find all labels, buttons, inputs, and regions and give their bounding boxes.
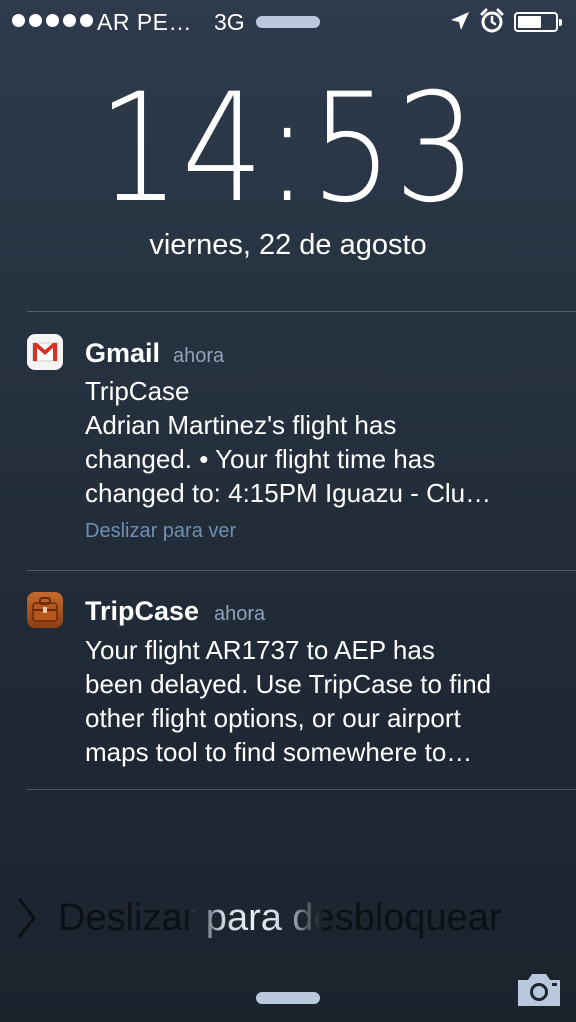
- notification-line: changed. • Your flight time has: [85, 444, 436, 474]
- notification-line: Adrian Martinez's flight has: [85, 410, 397, 440]
- battery-icon: [514, 12, 562, 32]
- carrier-name: AR PE…: [97, 9, 193, 35]
- notification-app-name: Gmail: [85, 338, 161, 368]
- control-center-grabber[interactable]: [256, 992, 320, 1004]
- notification-line: Your flight AR1737 to AEP has: [85, 635, 435, 665]
- notification-line: changed to: 4:15PM Iguazu - Clu…: [85, 478, 492, 508]
- notification-app-name: TripCase: [85, 596, 200, 626]
- notification-line: been delayed. Use TripCase to find: [85, 669, 492, 699]
- notification-time: ahora: [173, 345, 225, 367]
- chevron-right-icon: [18, 898, 36, 938]
- notification-message: TripCase Adrian Martinez's flight has ch…: [85, 374, 555, 510]
- slide-to-unlock-label: Deslizar para desbloquear: [58, 890, 502, 946]
- notification-message: Your flight AR1737 to AEP has been delay…: [85, 633, 555, 769]
- slide-to-view-hint[interactable]: Deslizar para ver: [85, 520, 236, 543]
- notification-line: other flight options, or our airport: [85, 703, 461, 733]
- camera-icon[interactable]: [514, 970, 564, 1010]
- divider: [27, 311, 576, 312]
- notification-line: TripCase: [85, 376, 190, 406]
- alarm-clock-icon: [480, 8, 504, 33]
- notification-time: ahora: [214, 603, 266, 625]
- divider: [27, 570, 576, 571]
- tripcase-icon: [27, 592, 63, 628]
- network-type: 3G: [214, 9, 245, 35]
- notification-line: maps tool to find somewhere to…: [85, 737, 473, 767]
- location-arrow-icon: [451, 12, 469, 30]
- slide-to-unlock[interactable]: Deslizar para desbloquear: [0, 890, 576, 950]
- gmail-icon: [27, 334, 63, 370]
- divider: [27, 789, 576, 790]
- network-activity-icon: [256, 16, 320, 28]
- status-bar: AR PE… 3G: [0, 0, 576, 44]
- signal-strength-icon: [12, 14, 93, 27]
- lock-screen-time: 14:53: [97, 62, 479, 236]
- lock-screen-date: viernes, 22 de agosto: [149, 229, 427, 261]
